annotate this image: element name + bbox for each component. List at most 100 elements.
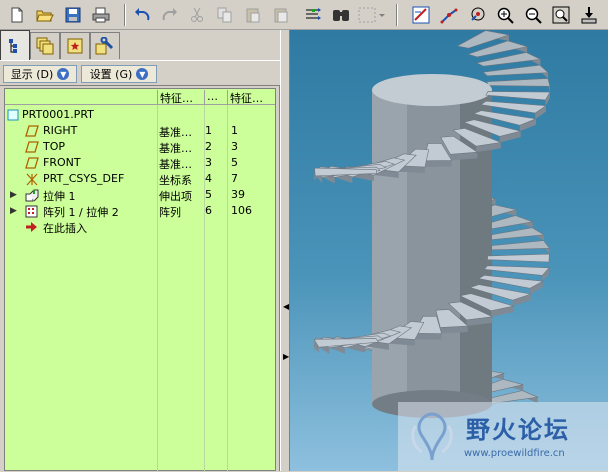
stair-tread bbox=[484, 266, 549, 276]
insert-here-arrow-icon[interactable] bbox=[25, 221, 37, 233]
expand-arrow-icon[interactable]: ▶ bbox=[10, 206, 17, 216]
undo-icon[interactable] bbox=[132, 4, 154, 26]
datum-plane-icon bbox=[25, 125, 37, 137]
expand-right-icon[interactable]: ▶ bbox=[283, 352, 288, 362]
feature-id-cell: 1 bbox=[231, 124, 238, 137]
datum-plane-icon bbox=[25, 141, 37, 153]
spin-center-icon[interactable] bbox=[438, 4, 460, 26]
extrude-icon bbox=[25, 189, 37, 201]
refit-icon[interactable] bbox=[550, 4, 572, 26]
tree-row[interactable]: ▶ 阵列 1 / 拉伸 2 阵列 6 106 bbox=[5, 203, 275, 219]
paste-special-icon[interactable] bbox=[270, 4, 292, 26]
settings-menu-button[interactable]: 设置 (G) ▼ bbox=[81, 65, 157, 83]
model-tree-menubar: 显示 (D) ▼ 设置 (G) ▼ bbox=[0, 60, 280, 86]
watermark-title: 野火论坛 bbox=[466, 410, 570, 445]
regenerate-icon[interactable] bbox=[302, 4, 324, 26]
column-header-feature-number[interactable]: … bbox=[205, 90, 228, 104]
tree-column-header: 特征… … 特征… bbox=[5, 89, 275, 105]
feature-number-cell: 3 bbox=[205, 156, 212, 169]
csys-icon bbox=[25, 173, 37, 185]
settings-menu-label: 设置 (G) bbox=[90, 66, 133, 82]
chevron-down-icon: ▼ bbox=[136, 68, 148, 80]
feature-type-cell: 基准… bbox=[159, 156, 192, 172]
tree-item-label: PRT_CSYS_DEF bbox=[43, 172, 124, 185]
datum-display-icon[interactable] bbox=[410, 4, 432, 26]
tree-row[interactable]: ▶ 拉伸 1 伸出项 5 39 bbox=[5, 187, 275, 203]
stair-step bbox=[487, 78, 550, 92]
feature-id-cell: 5 bbox=[231, 156, 238, 169]
show-menu-label: 显示 (D) bbox=[11, 66, 54, 82]
stair-tread bbox=[485, 241, 550, 250]
copy-icon[interactable] bbox=[214, 4, 236, 26]
panel-splitter[interactable]: ◀ ▶ bbox=[280, 30, 290, 471]
layers-tab-icon[interactable] bbox=[30, 32, 60, 59]
tree-row[interactable]: TOP 基准… 2 3 bbox=[5, 139, 275, 155]
feature-type-cell: 伸出项 bbox=[159, 188, 192, 204]
feature-type-cell: 基准… bbox=[159, 124, 192, 140]
feature-type-cell: 坐标系 bbox=[159, 172, 192, 188]
model-tree-tab-icon[interactable] bbox=[0, 30, 30, 60]
stair-step bbox=[485, 241, 550, 255]
favorites-tab-icon[interactable] bbox=[60, 32, 90, 59]
stair-tread bbox=[487, 254, 549, 262]
stair-tread bbox=[483, 65, 548, 76]
feature-id-cell: 3 bbox=[231, 140, 238, 153]
watermark-url: www.proewildfire.cn bbox=[464, 448, 565, 459]
stair-tread bbox=[487, 78, 550, 86]
print-icon[interactable] bbox=[90, 4, 112, 26]
orient-icon[interactable] bbox=[466, 4, 488, 26]
feature-number-cell: 6 bbox=[205, 204, 212, 217]
tree-row-insert-here[interactable]: 在此插入 bbox=[5, 219, 275, 235]
chevron-down-icon: ▼ bbox=[57, 68, 69, 80]
datum-plane-icon bbox=[25, 157, 37, 169]
column-header-feature-id[interactable]: 特征… bbox=[228, 90, 275, 104]
cut-icon[interactable] bbox=[186, 4, 208, 26]
redo-icon[interactable] bbox=[158, 4, 180, 26]
show-menu-button[interactable]: 显示 (D) ▼ bbox=[3, 65, 77, 83]
tree-row[interactable]: PRT_CSYS_DEF 坐标系 4 7 bbox=[5, 171, 275, 187]
tree-item-label: PRT0001.PRT bbox=[22, 108, 94, 121]
collapse-left-icon[interactable]: ◀ bbox=[283, 302, 288, 312]
feature-number-cell: 1 bbox=[205, 124, 212, 137]
tree-item-label: RIGHT bbox=[43, 124, 77, 137]
stair-step bbox=[483, 65, 548, 79]
tree-item-label: 阵列 1 / 拉伸 2 bbox=[43, 204, 119, 220]
open-folder-icon[interactable] bbox=[34, 4, 56, 26]
tree-item-label: 在此插入 bbox=[43, 220, 87, 236]
column-header-name[interactable] bbox=[5, 90, 158, 104]
model-tree-panel: 显示 (D) ▼ 设置 (G) ▼ 特征… … 特征… PRT0001.PRT bbox=[0, 60, 280, 471]
feature-number-cell: 5 bbox=[205, 188, 212, 201]
feature-type-cell: 基准… bbox=[159, 140, 192, 156]
model-tree[interactable]: 特征… … 特征… PRT0001.PRT RIGHT 基准… 1 1 bbox=[4, 88, 276, 471]
feature-id-cell: 7 bbox=[231, 172, 238, 185]
select-box-icon[interactable] bbox=[356, 4, 386, 26]
feature-number-cell: 4 bbox=[205, 172, 212, 185]
tools-tab-icon[interactable] bbox=[90, 32, 120, 59]
tree-item-label: FRONT bbox=[43, 156, 81, 169]
stair-riser bbox=[424, 160, 452, 166]
repaint-icon[interactable] bbox=[578, 4, 600, 26]
tree-row[interactable]: RIGHT 基准… 1 1 bbox=[5, 123, 275, 139]
stair-tread bbox=[486, 91, 550, 99]
part-icon bbox=[7, 109, 19, 121]
tree-row-part[interactable]: PRT0001.PRT bbox=[5, 107, 275, 123]
tree-item-label: 拉伸 1 bbox=[43, 188, 76, 204]
feature-type-cell: 阵列 bbox=[159, 204, 181, 220]
feature-number-cell: 2 bbox=[205, 140, 212, 153]
expand-arrow-icon[interactable]: ▶ bbox=[10, 190, 17, 200]
find-icon[interactable] bbox=[330, 4, 352, 26]
feature-id-cell: 39 bbox=[231, 188, 245, 201]
main-toolbar bbox=[0, 0, 608, 30]
column-header-feature-type[interactable]: 特征… bbox=[158, 90, 205, 104]
tree-row[interactable]: FRONT 基准… 3 5 bbox=[5, 155, 275, 171]
tree-item-label: TOP bbox=[43, 140, 65, 153]
zoom-out-icon[interactable] bbox=[522, 4, 544, 26]
feature-id-cell: 106 bbox=[231, 204, 252, 217]
pattern-icon bbox=[25, 205, 37, 217]
forum-logo-icon bbox=[402, 406, 462, 466]
zoom-in-icon[interactable] bbox=[494, 4, 516, 26]
paste-icon[interactable] bbox=[242, 4, 264, 26]
navigator-tab-strip bbox=[0, 30, 280, 60]
new-file-icon[interactable] bbox=[6, 4, 28, 26]
save-icon[interactable] bbox=[62, 4, 84, 26]
